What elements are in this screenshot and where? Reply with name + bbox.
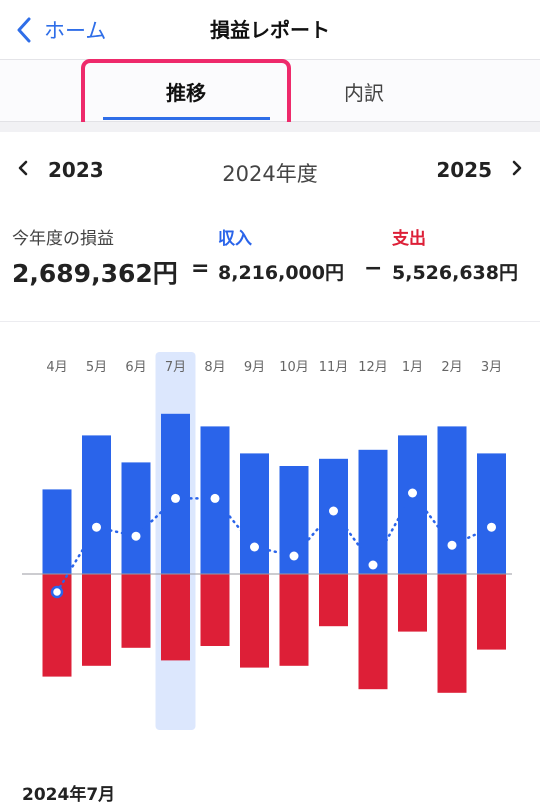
month-tick-label[interactable]: 1月 <box>402 360 423 375</box>
expense-bar[interactable] <box>477 574 506 650</box>
tab-highlight-frame <box>81 59 291 130</box>
month-tick-label[interactable]: 4月 <box>46 360 67 375</box>
income-bar[interactable] <box>437 426 467 574</box>
profit-point <box>210 493 220 503</box>
selected-month-title: 2024年7月 <box>22 785 116 805</box>
income-value: 8,216,000円 <box>218 262 344 284</box>
month-tick-label[interactable]: 6月 <box>125 360 146 375</box>
expense-bar[interactable] <box>200 574 230 646</box>
expense-bar[interactable] <box>398 574 427 632</box>
profit-point <box>329 506 338 516</box>
month-tick-label[interactable]: 8月 <box>204 360 225 375</box>
section-gap <box>0 122 540 132</box>
income-bar[interactable] <box>477 453 506 574</box>
income-bar[interactable] <box>121 462 151 574</box>
expense-bar[interactable] <box>279 574 309 666</box>
profit-label: 今年度の損益 <box>12 229 114 249</box>
profit-point <box>250 542 259 552</box>
month-tick-label[interactable]: 12月 <box>358 360 388 375</box>
profit-point <box>408 488 417 498</box>
month-tick-label[interactable]: 7月 <box>165 360 186 375</box>
profit-point <box>447 540 457 550</box>
expense-bar[interactable] <box>161 574 190 661</box>
year-selector: 2023 2024年度 2025 <box>0 148 540 192</box>
month-tick-label[interactable]: 11月 <box>319 360 349 375</box>
profit-point <box>487 522 496 532</box>
expense-bar[interactable] <box>319 574 348 627</box>
profit-point <box>368 560 378 570</box>
month-tick-label[interactable]: 10月 <box>279 360 309 375</box>
income-label: 収入 <box>218 229 252 249</box>
chevron-right-icon <box>512 160 522 180</box>
divider <box>0 321 540 322</box>
income-bar[interactable] <box>358 449 388 574</box>
month-tick-label[interactable]: 5月 <box>86 360 107 375</box>
expense-value: 5,526,638円 <box>392 262 518 284</box>
income-bar[interactable] <box>240 453 269 574</box>
profit-value: 2,689,362円 <box>12 259 178 288</box>
page-title: 損益レポート <box>210 18 330 42</box>
income-bar[interactable] <box>319 458 348 574</box>
expense-bar[interactable] <box>437 574 467 693</box>
profit-point <box>131 531 141 541</box>
month-tick-label[interactable]: 9月 <box>244 360 265 375</box>
expense-bar[interactable] <box>240 574 269 668</box>
expense-bar[interactable] <box>82 574 111 666</box>
profit-point <box>50 585 64 599</box>
expense-bar[interactable] <box>358 574 388 690</box>
income-bar[interactable] <box>398 435 427 574</box>
tab-breakdown[interactable]: 内訳 <box>278 60 450 122</box>
equals-sign: = <box>191 256 210 281</box>
income-bar[interactable] <box>42 489 72 574</box>
expense-bar[interactable] <box>121 574 151 648</box>
month-tick-label[interactable]: 2月 <box>441 360 462 375</box>
profit-point <box>92 522 101 532</box>
minus-sign: − <box>364 256 383 281</box>
next-year-label: 2025 <box>436 158 492 182</box>
profit-point <box>171 493 180 503</box>
monthly-profit-chart[interactable]: 4月 5月 6月 7月 8月 9月 10月 11月 12月 1月 2月 3月 <box>0 330 540 740</box>
navigation-bar: ホーム 損益レポート <box>0 0 540 60</box>
month-tick-label[interactable]: 3月 <box>481 360 502 375</box>
income-bar[interactable] <box>82 435 111 574</box>
expense-label: 支出 <box>392 229 426 249</box>
next-year-button[interactable]: 2025 <box>436 148 522 192</box>
profit-point <box>289 551 299 561</box>
